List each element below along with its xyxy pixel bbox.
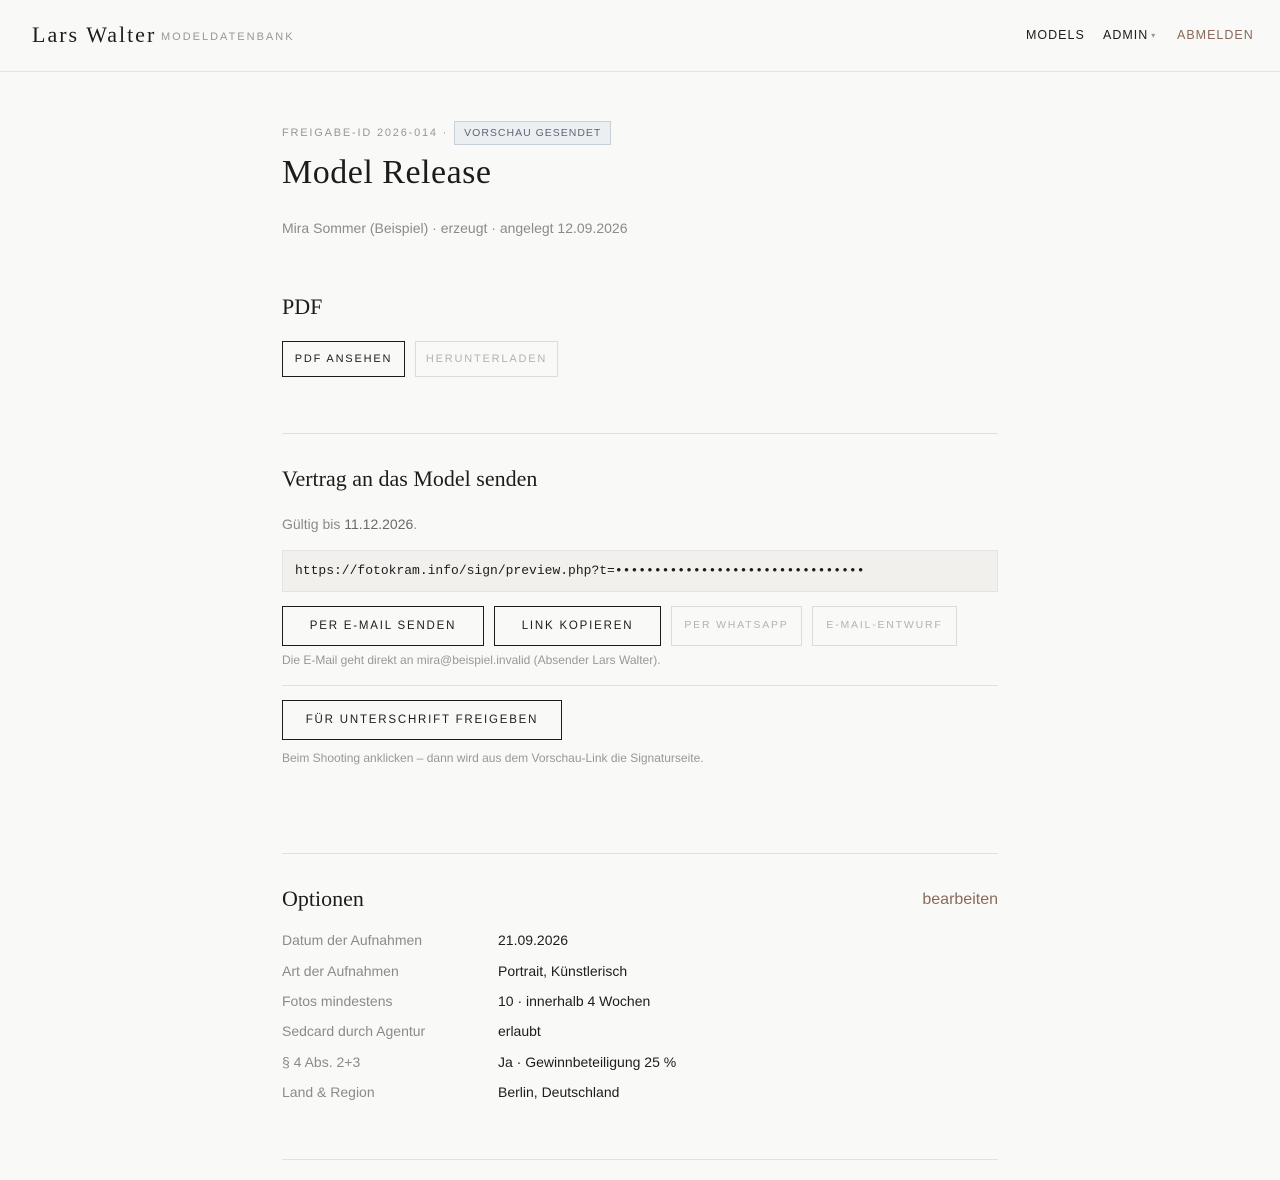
- valid-prefix: Gültig bis: [282, 516, 345, 532]
- edit-options-link[interactable]: bearbeiten: [922, 891, 998, 909]
- option-row: Fotos mindestens 10 · innerhalb 4 Wochen: [282, 993, 998, 1015]
- option-value: Berlin, Deutschland: [498, 1084, 620, 1100]
- send-heading: Vertrag an das Model senden: [282, 466, 538, 491]
- option-value: 10 · innerhalb 4 Wochen: [498, 993, 651, 1009]
- option-value: 21.09.2026: [498, 932, 569, 948]
- preview-link-field[interactable]: https://fotokram.info/sign/preview.php?t…: [282, 550, 998, 592]
- email-hint: Die E-Mail geht direkt an mira@beispiel.…: [282, 653, 661, 667]
- view-pdf-button[interactable]: PDF ANSEHEN: [282, 341, 405, 377]
- release-for-signature-button[interactable]: FÜR UNTERSCHRIFT FREIGEBEN: [282, 700, 562, 740]
- chevron-down-icon: ▾: [1151, 31, 1157, 40]
- status-badge: VORSCHAU GESENDET: [454, 121, 612, 145]
- release-eyebrow: FREIGABE-ID 2026-014 · VORSCHAU GESENDET: [282, 121, 612, 145]
- option-row: Datum der Aufnahmen 21.09.2026: [282, 932, 998, 954]
- option-row: Sedcard durch Agentur erlaubt: [282, 1023, 998, 1045]
- valid-suffix: .: [413, 516, 418, 532]
- divider: [282, 433, 998, 434]
- option-key: Land & Region: [282, 1084, 375, 1100]
- copy-link-button[interactable]: LINK KOPIEREN: [494, 606, 661, 646]
- option-value: Portrait, Künstlerisch: [498, 963, 628, 979]
- top-bar: Lars Walter MODELDATENBANK MODELS ADMIN ▾…: [0, 0, 1280, 72]
- whatsapp-button[interactable]: PER WHATSAPP: [671, 606, 802, 646]
- valid-date: 11.12.2026: [344, 516, 414, 532]
- nav-admin[interactable]: ADMIN ▾: [1103, 28, 1156, 42]
- nav-admin-label: ADMIN: [1103, 28, 1149, 42]
- release-meta: Mira Sommer (Beispiel) · erzeugt · angel…: [282, 220, 628, 236]
- divider: [282, 685, 998, 686]
- nav-logout[interactable]: ABMELDEN: [1177, 28, 1254, 42]
- option-row: § 4 Abs. 2+3 Ja · Gewinnbeteiligung 25 %: [282, 1054, 998, 1076]
- option-key: Fotos mindestens: [282, 993, 393, 1009]
- option-value: Ja · Gewinnbeteiligung 25 %: [498, 1054, 677, 1070]
- option-value: erlaubt: [498, 1023, 541, 1039]
- option-key: Art der Aufnahmen: [282, 963, 399, 979]
- nav-models[interactable]: MODELS: [1026, 28, 1085, 42]
- divider: [282, 853, 998, 854]
- brand-name[interactable]: Lars Walter: [32, 22, 156, 48]
- options-heading: Optionen: [282, 886, 364, 911]
- release-hint: Beim Shooting anklicken – dann wird aus …: [282, 751, 704, 765]
- download-button[interactable]: HERUNTERLADEN: [415, 341, 558, 377]
- option-key: § 4 Abs. 2+3: [282, 1054, 361, 1070]
- option-key: Datum der Aufnahmen: [282, 932, 423, 948]
- option-row: Land & Region Berlin, Deutschland: [282, 1084, 998, 1106]
- divider: [282, 1159, 998, 1160]
- email-draft-button[interactable]: E-MAIL-ENTWURF: [812, 606, 957, 646]
- option-row: Art der Aufnahmen Portrait, Künstlerisch: [282, 963, 998, 985]
- option-key: Sedcard durch Agentur: [282, 1023, 426, 1039]
- send-email-button[interactable]: PER E-MAIL SENDEN: [282, 606, 484, 646]
- pdf-heading: PDF: [282, 294, 323, 319]
- page-title: Model Release: [282, 154, 492, 191]
- release-id: FREIGABE-ID 2026-014 ·: [282, 127, 449, 139]
- valid-until: Gültig bis 11.12.2026.: [282, 516, 417, 532]
- brand-subtitle: MODELDATENBANK: [161, 31, 295, 43]
